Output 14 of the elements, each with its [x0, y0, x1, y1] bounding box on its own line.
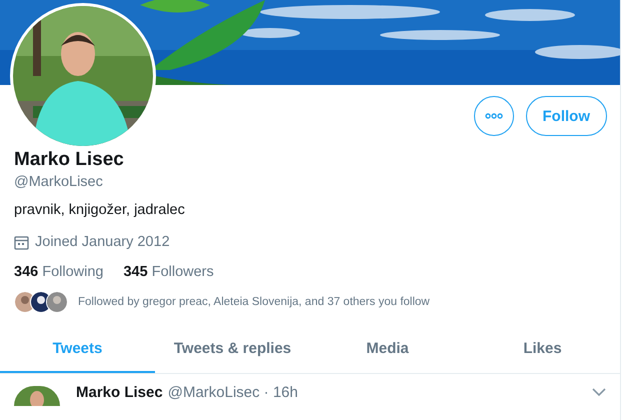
tweet-author-name: Marko Lisec [76, 384, 163, 401]
tab[interactable]: Tweets & replies [155, 333, 310, 373]
followed-by-text: Followed by gregor preac, Aleteia Slovenija, and 37 others you follow [78, 296, 430, 308]
profile-bio: pravnik, knjigožer, jadralec [14, 201, 186, 220]
tweet-meta: @MarkoLisec · 16h [168, 384, 298, 401]
stat-link[interactable]: 346 Following [14, 262, 104, 282]
stat-link[interactable]: 345 Followers [123, 262, 214, 282]
tab[interactable]: Tweets [0, 333, 155, 373]
profile-handle: @MarkoLisec [14, 173, 104, 192]
follow-button[interactable]: Follow [526, 96, 607, 136]
tab[interactable]: Media [310, 333, 465, 373]
joined-date: Joined January 2012 [35, 233, 170, 252]
tab[interactable]: Likes [465, 333, 620, 373]
profile-name: Marko Lisec [14, 148, 125, 172]
